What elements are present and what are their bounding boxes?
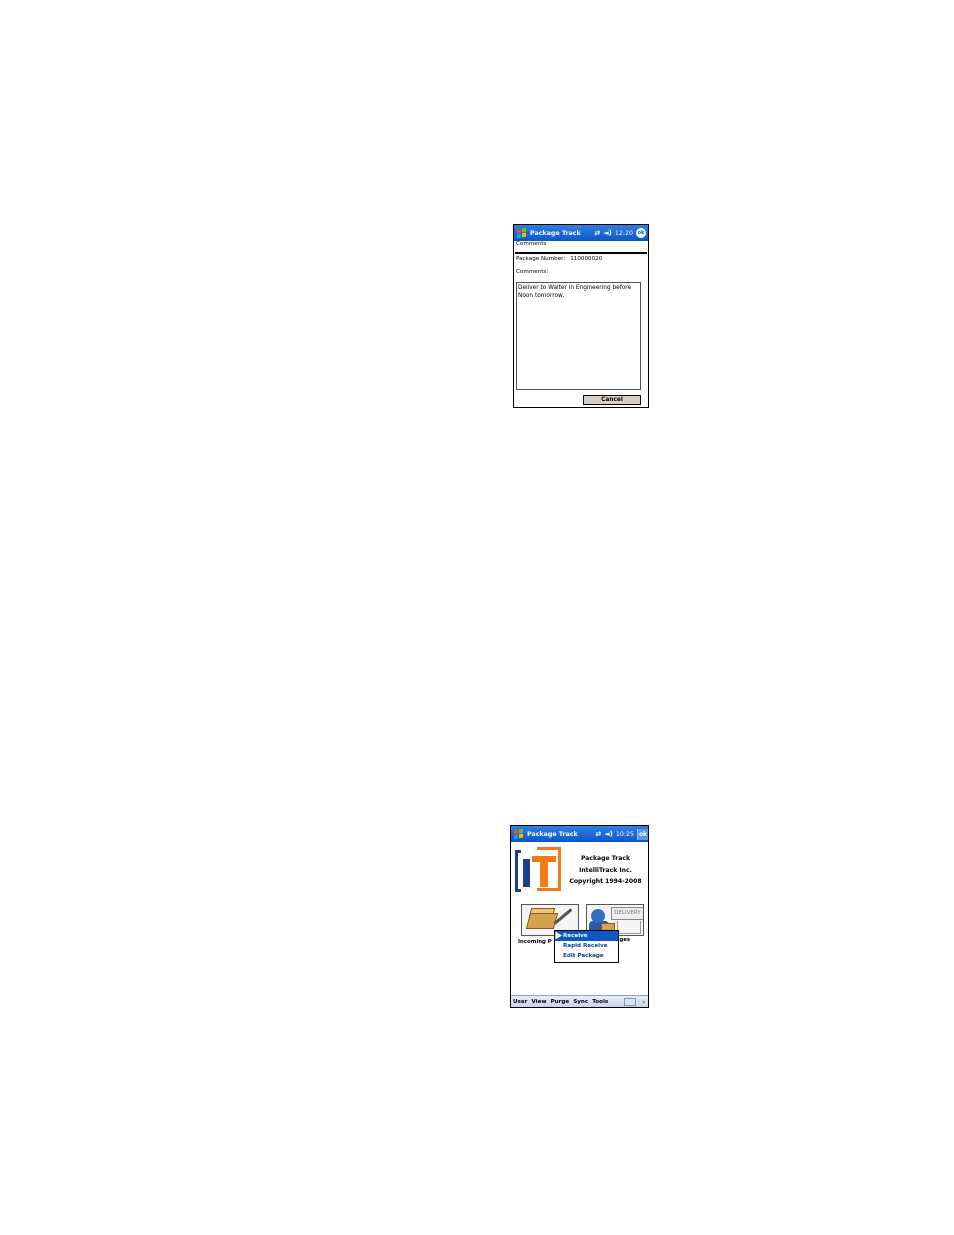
clock[interactable]: 12:20 (615, 230, 633, 237)
product-name: Package Track (580, 855, 631, 862)
cancel-button[interactable]: Cancel (583, 395, 641, 405)
start-menu-icon[interactable] (516, 227, 527, 239)
app-title: Package Track (530, 229, 581, 237)
ok-button[interactable]: ok (636, 228, 646, 238)
keyboard-icon[interactable] (624, 997, 637, 1006)
comments-screen: Package Track ⇄ ◄) 12:20 ok Comments Pac… (513, 224, 649, 408)
menu-bar: User View Purge Sync Tools ▴ (511, 995, 648, 1007)
sync-arrows-icon[interactable]: ⇄ (594, 229, 600, 237)
package-number-value: 110000020 (570, 256, 603, 262)
clock[interactable]: 10:25 (616, 831, 634, 838)
title-bar: Package Track ⇄ ◄) 10:25 ok (511, 826, 648, 842)
header-divider (515, 252, 647, 254)
speaker-icon[interactable]: ◄) (603, 229, 612, 237)
menu-view[interactable]: View (531, 999, 546, 1005)
start-menu-icon[interactable] (513, 828, 524, 840)
sync-arrows-icon[interactable]: ⇄ (595, 830, 601, 838)
menu-sync[interactable]: Sync (573, 999, 588, 1005)
delivery-sign: DELIVERY (611, 907, 643, 920)
cart-icon (617, 921, 641, 934)
app-title: Package Track (527, 830, 578, 838)
package-number-label: Package Number: (516, 256, 566, 262)
incoming-packages-label[interactable]: Incoming P (518, 939, 552, 945)
about-text: Package Track IntelliTrack Inc. Copyrigh… (563, 853, 648, 888)
menu-item-receive[interactable]: Receive (555, 931, 618, 941)
ok-button[interactable]: ok (637, 828, 648, 840)
comments-field[interactable]: Deliver to Walter in Engineering before … (516, 282, 641, 390)
title-bar: Package Track ⇄ ◄) 12:20 ok (514, 225, 648, 241)
copyright: Copyright 1994-2008 (569, 878, 642, 885)
main-screen: Package Track ⇄ ◄) 10:25 ok Package Trac… (510, 825, 649, 1008)
menu-user[interactable]: User (513, 999, 527, 1005)
menu-purge[interactable]: Purge (551, 999, 570, 1005)
company-name: IntelliTrack Inc. (579, 866, 632, 874)
menu-item-edit-package[interactable]: Edit Package (555, 951, 618, 961)
menu-item-rapid-receive[interactable]: Rapid Receive (555, 941, 618, 951)
menu-tools[interactable]: Tools (592, 999, 608, 1005)
courier-icon (591, 909, 605, 923)
page-title: Comments (516, 241, 547, 247)
speaker-icon[interactable]: ◄) (604, 830, 613, 838)
intellitrack-logo (515, 847, 563, 893)
context-menu: Receive Rapid Receive Edit Package (554, 930, 619, 963)
comments-label: Comments: (516, 269, 549, 275)
input-selector-arrow-icon[interactable]: ▴ (642, 999, 645, 1005)
package-number-row: Package Number: 110000020 (516, 256, 602, 262)
